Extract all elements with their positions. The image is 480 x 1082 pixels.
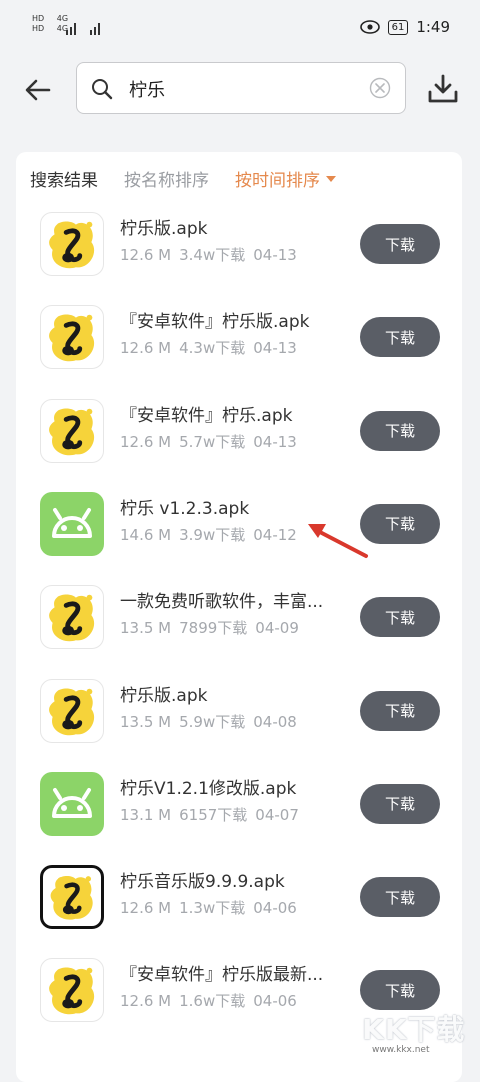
sort-tabs: 搜索结果 按名称排序 按时间排序 xyxy=(30,166,336,191)
android-icon xyxy=(40,771,104,836)
file-size: 12.6 M xyxy=(120,899,172,918)
search-box[interactable] xyxy=(76,62,406,114)
file-downloads: 3.4w下载 xyxy=(179,246,246,264)
list-item[interactable]: 柠乐V1.2.1修改版.apk 13.1 M 6157下载 04-07 下载 xyxy=(16,768,462,861)
file-date: 04-09 xyxy=(255,619,299,638)
file-meta: 13.5 M 5.9w下载 04-08 xyxy=(120,711,305,732)
signal-icon xyxy=(66,23,100,35)
file-size: 12.6 M xyxy=(120,432,172,451)
android-icon xyxy=(40,491,104,556)
watermark-logo: KK下载 xyxy=(362,1013,466,1046)
file-downloads: 5.9w下载 xyxy=(179,712,246,731)
file-size: 12.6 M xyxy=(120,992,172,1011)
file-date: 04-13 xyxy=(253,339,297,358)
list-item[interactable]: 『安卓软件』柠乐.apk 12.6 M 5.7w下载 04-13 下载 xyxy=(16,395,462,488)
file-name: 『安卓软件』柠乐版最新... xyxy=(120,965,324,986)
app-icon xyxy=(40,212,104,276)
file-size: 13.5 M xyxy=(120,712,172,731)
file-meta: 13.5 M 7899下载 04-09 xyxy=(120,617,307,638)
download-manager-icon[interactable] xyxy=(426,72,460,106)
file-downloads: 1.6w下载 xyxy=(179,992,246,1011)
list-item[interactable]: 一款免费听歌软件，丰富... 13.5 M 7899下载 04-09 下载 xyxy=(16,581,462,674)
file-downloads: 7899下载 xyxy=(179,619,248,638)
file-date: 04-06 xyxy=(253,992,297,1011)
file-size: 13.5 M xyxy=(120,619,172,638)
download-button[interactable]: 下载 xyxy=(360,783,440,824)
file-meta: 12.6 M 3.4w下载 04-13 xyxy=(120,244,305,265)
file-meta: 13.1 M 6157下载 04-07 xyxy=(120,804,307,825)
download-button[interactable]: 下载 xyxy=(360,224,440,264)
top-bar xyxy=(0,56,480,130)
file-name: 柠乐V1.2.1修改版.apk xyxy=(120,778,297,799)
results-card: 搜索结果 按名称排序 按时间排序 柠乐版.apk 12.6 M 3.4w下载 04-1… xyxy=(16,152,462,1082)
list-item[interactable]: 『安卓软件』柠乐版.apk 12.6 M 4.3w下载 04-13 下载 xyxy=(16,301,462,394)
file-date: 04-07 xyxy=(255,805,299,824)
battery-indicator: 61 xyxy=(387,19,409,35)
annotation-arrow xyxy=(308,524,368,558)
download-button[interactable]: 下载 xyxy=(360,597,440,638)
app-icon xyxy=(40,305,104,370)
file-date: 04-13 xyxy=(253,246,297,264)
file-size: 12.6 M xyxy=(120,246,172,264)
download-button[interactable]: 下载 xyxy=(360,877,440,918)
search-icon xyxy=(92,79,113,100)
file-meta: 12.6 M 5.7w下载 04-13 xyxy=(120,431,305,452)
file-name: 一款免费听歌软件，丰富... xyxy=(120,592,324,613)
file-meta: 12.6 M 4.3w下载 04-13 xyxy=(120,337,305,358)
download-button[interactable]: 下载 xyxy=(360,410,440,451)
sort-dropdown-icon xyxy=(326,175,336,182)
file-name: 『安卓软件』柠乐.apk xyxy=(120,405,293,426)
status-bar: HD 4G HD 4G 61 1:49 xyxy=(0,0,480,56)
file-downloads: 1.3w下载 xyxy=(179,899,246,918)
file-meta: 12.6 M 1.3w下载 04-06 xyxy=(120,897,305,918)
clear-icon[interactable] xyxy=(369,77,391,99)
file-name: 柠乐版.apk xyxy=(120,219,208,239)
list-item[interactable]: 柠乐版.apk 13.5 M 5.9w下载 04-08 下载 xyxy=(16,675,462,768)
file-name: 『安卓软件』柠乐版.apk xyxy=(120,312,310,333)
file-name: 柠乐版.apk xyxy=(120,685,208,706)
watermark-url: www.kkx.net xyxy=(372,1045,430,1055)
file-size: 13.1 M xyxy=(120,805,172,824)
eye-icon xyxy=(359,20,380,34)
file-name: 柠乐音乐版9.9.9.apk xyxy=(120,872,285,893)
tab-search-results: 搜索结果 xyxy=(30,171,98,191)
watermark: KK下载 www.kkx.net xyxy=(362,1008,480,1061)
file-meta: 14.6 M 3.9w下载 04-12 xyxy=(120,524,305,545)
tab-sort-by-time[interactable]: 按时间排序 xyxy=(235,166,336,191)
download-button[interactable]: 下载 xyxy=(360,970,440,1011)
file-date: 04-06 xyxy=(253,899,297,918)
app-icon xyxy=(40,958,104,1023)
file-date: 04-12 xyxy=(253,525,297,544)
back-arrow-icon[interactable] xyxy=(22,74,54,106)
tab-sort-by-name[interactable]: 按名称排序 xyxy=(124,166,209,191)
list-item[interactable]: 柠乐音乐版9.9.9.apk 12.6 M 1.3w下载 04-06 下载 xyxy=(16,861,462,954)
download-button[interactable]: 下载 xyxy=(360,690,440,731)
file-downloads: 4.3w下载 xyxy=(179,339,246,358)
file-downloads: 6157下载 xyxy=(179,805,248,824)
file-size: 14.6 M xyxy=(120,525,172,544)
app-icon xyxy=(40,678,104,743)
clock: 1:49 xyxy=(416,18,450,36)
search-input[interactable] xyxy=(127,75,361,103)
list-item[interactable]: 柠乐版.apk 12.6 M 3.4w下载 04-13 下载 xyxy=(16,208,462,301)
app-icon xyxy=(40,865,104,930)
file-downloads: 3.9w下载 xyxy=(179,525,246,544)
file-downloads: 5.7w下载 xyxy=(179,432,246,451)
file-size: 12.6 M xyxy=(120,339,172,358)
app-icon xyxy=(40,398,104,463)
file-date: 04-08 xyxy=(253,712,297,731)
download-button[interactable]: 下载 xyxy=(360,317,440,358)
file-meta: 12.6 M 1.6w下载 04-06 xyxy=(120,990,305,1011)
list-item[interactable]: 柠乐 v1.2.3.apk 14.6 M 3.9w下载 04-12 下载 xyxy=(16,488,462,581)
app-icon xyxy=(40,585,104,650)
file-date: 04-13 xyxy=(253,432,297,451)
